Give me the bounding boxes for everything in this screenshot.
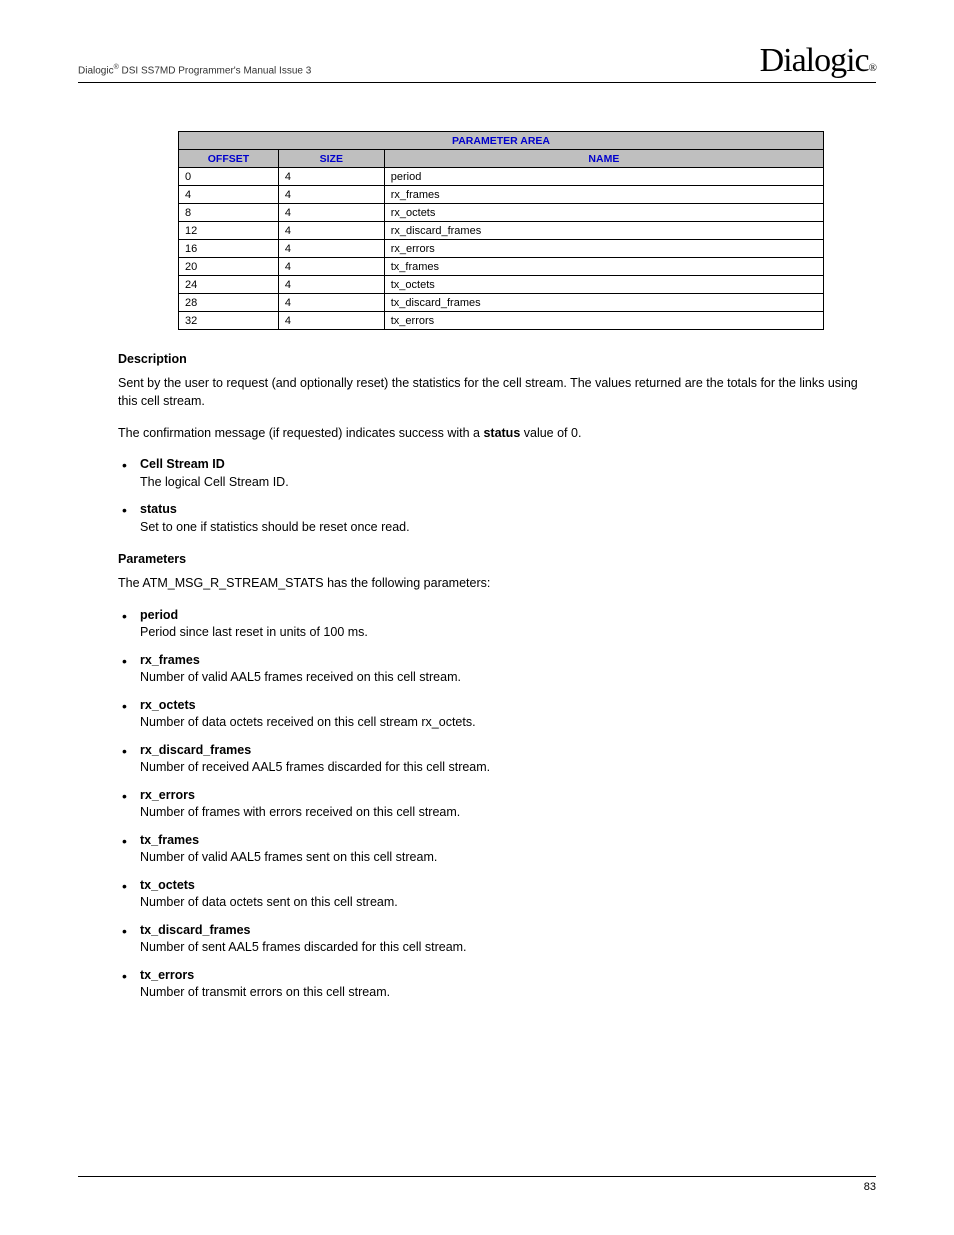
definition: Number of data octets sent on this cell … (140, 894, 876, 912)
cell-offset: 24 (179, 276, 279, 294)
cell-size: 4 (278, 186, 384, 204)
text-span: value of 0. (520, 426, 581, 440)
col-header-size: SIZE (278, 150, 384, 168)
table-row: 324tx_errors (179, 312, 824, 330)
description-p2: The confirmation message (if requested) … (118, 424, 876, 442)
cell-offset: 12 (179, 222, 279, 240)
cell-size: 4 (278, 204, 384, 222)
list-item: tx_errorsNumber of transmit errors on th… (140, 967, 876, 1002)
description-p1: Sent by the user to request (and optiona… (118, 374, 876, 410)
parameters-list: periodPeriod since last reset in units o… (118, 607, 876, 1002)
table-row: 04period (179, 168, 824, 186)
term: rx_errors (140, 787, 876, 805)
term: tx_errors (140, 967, 876, 985)
cell-size: 4 (278, 258, 384, 276)
cell-name: tx_errors (384, 312, 823, 330)
status-word: status (483, 426, 520, 440)
table-row: 124rx_discard_frames (179, 222, 824, 240)
cell-name: rx_errors (384, 240, 823, 258)
table-row: 44rx_frames (179, 186, 824, 204)
table-title: PARAMETER AREA (179, 132, 824, 150)
cell-name: rx_frames (384, 186, 823, 204)
parameters-intro: The ATM_MSG_R_STREAM_STATS has the follo… (118, 574, 876, 592)
doc-title: Dialogic® DSI SS7MD Programmer's Manual … (78, 64, 311, 80)
list-item: tx_octetsNumber of data octets sent on t… (140, 877, 876, 912)
list-item: rx_octetsNumber of data octets received … (140, 697, 876, 732)
cell-offset: 0 (179, 168, 279, 186)
doc-title-prefix: Dialogic (78, 65, 114, 76)
text-span: The confirmation message (if requested) … (118, 426, 483, 440)
definition: Number of data octets received on this c… (140, 714, 876, 732)
term: period (140, 607, 876, 625)
col-header-name: NAME (384, 150, 823, 168)
cell-name: tx_octets (384, 276, 823, 294)
cell-offset: 20 (179, 258, 279, 276)
list-item: tx_framesNumber of valid AAL5 frames sen… (140, 832, 876, 867)
table-row: 204tx_frames (179, 258, 824, 276)
term: tx_octets (140, 877, 876, 895)
cell-name: period (384, 168, 823, 186)
term: rx_octets (140, 697, 876, 715)
table-row: 284tx_discard_frames (179, 294, 824, 312)
definition: Number of valid AAL5 frames sent on this… (140, 849, 876, 867)
list-item: Cell Stream ID The logical Cell Stream I… (140, 456, 876, 491)
table-row: 84rx_octets (179, 204, 824, 222)
cell-size: 4 (278, 312, 384, 330)
cell-name: tx_frames (384, 258, 823, 276)
parameter-area-table: PARAMETER AREA OFFSET SIZE NAME 04period… (178, 131, 824, 330)
cell-size: 4 (278, 222, 384, 240)
definition: Number of valid AAL5 frames received on … (140, 669, 876, 687)
description-list: Cell Stream ID The logical Cell Stream I… (118, 456, 876, 536)
term: tx_frames (140, 832, 876, 850)
page-number: 83 (864, 1181, 876, 1193)
table-body: 04period 44rx_frames 84rx_octets 124rx_d… (179, 168, 824, 330)
cell-offset: 28 (179, 294, 279, 312)
cell-offset: 32 (179, 312, 279, 330)
definition: Number of transmit errors on this cell s… (140, 984, 876, 1002)
list-item: status Set to one if statistics should b… (140, 501, 876, 536)
term: rx_frames (140, 652, 876, 670)
list-item: rx_discard_framesNumber of received AAL5… (140, 742, 876, 777)
cell-size: 4 (278, 168, 384, 186)
list-item: periodPeriod since last reset in units o… (140, 607, 876, 642)
cell-name: rx_discard_frames (384, 222, 823, 240)
cell-name: tx_discard_frames (384, 294, 823, 312)
logo-text: Dialogic (760, 42, 869, 79)
content-body: Description Sent by the user to request … (78, 352, 876, 1002)
page-header: Dialogic® DSI SS7MD Programmer's Manual … (78, 42, 876, 83)
definition: The logical Cell Stream ID. (140, 474, 876, 492)
term: status (140, 501, 876, 519)
term: Cell Stream ID (140, 456, 876, 474)
dialogic-logo: Dialogic® (760, 42, 876, 80)
cell-offset: 4 (179, 186, 279, 204)
logo-registered: ® (869, 62, 876, 74)
cell-offset: 8 (179, 204, 279, 222)
definition: Set to one if statistics should be reset… (140, 519, 876, 537)
cell-name: rx_octets (384, 204, 823, 222)
page-footer: 83 (78, 1176, 876, 1193)
definition: Period since last reset in units of 100 … (140, 624, 876, 642)
table-row: 164rx_errors (179, 240, 824, 258)
description-heading: Description (118, 352, 876, 366)
list-item: tx_discard_framesNumber of sent AAL5 fra… (140, 922, 876, 957)
list-item: rx_errorsNumber of frames with errors re… (140, 787, 876, 822)
cell-size: 4 (278, 276, 384, 294)
table-row: 244tx_octets (179, 276, 824, 294)
cell-size: 4 (278, 240, 384, 258)
list-item: rx_framesNumber of valid AAL5 frames rec… (140, 652, 876, 687)
cell-size: 4 (278, 294, 384, 312)
definition: Number of sent AAL5 frames discarded for… (140, 939, 876, 957)
term: rx_discard_frames (140, 742, 876, 760)
term: tx_discard_frames (140, 922, 876, 940)
col-header-offset: OFFSET (179, 150, 279, 168)
definition: Number of frames with errors received on… (140, 804, 876, 822)
doc-title-suffix: DSI SS7MD Programmer's Manual Issue 3 (119, 65, 312, 76)
definition: Number of received AAL5 frames discarded… (140, 759, 876, 777)
parameters-heading: Parameters (118, 552, 876, 566)
cell-offset: 16 (179, 240, 279, 258)
